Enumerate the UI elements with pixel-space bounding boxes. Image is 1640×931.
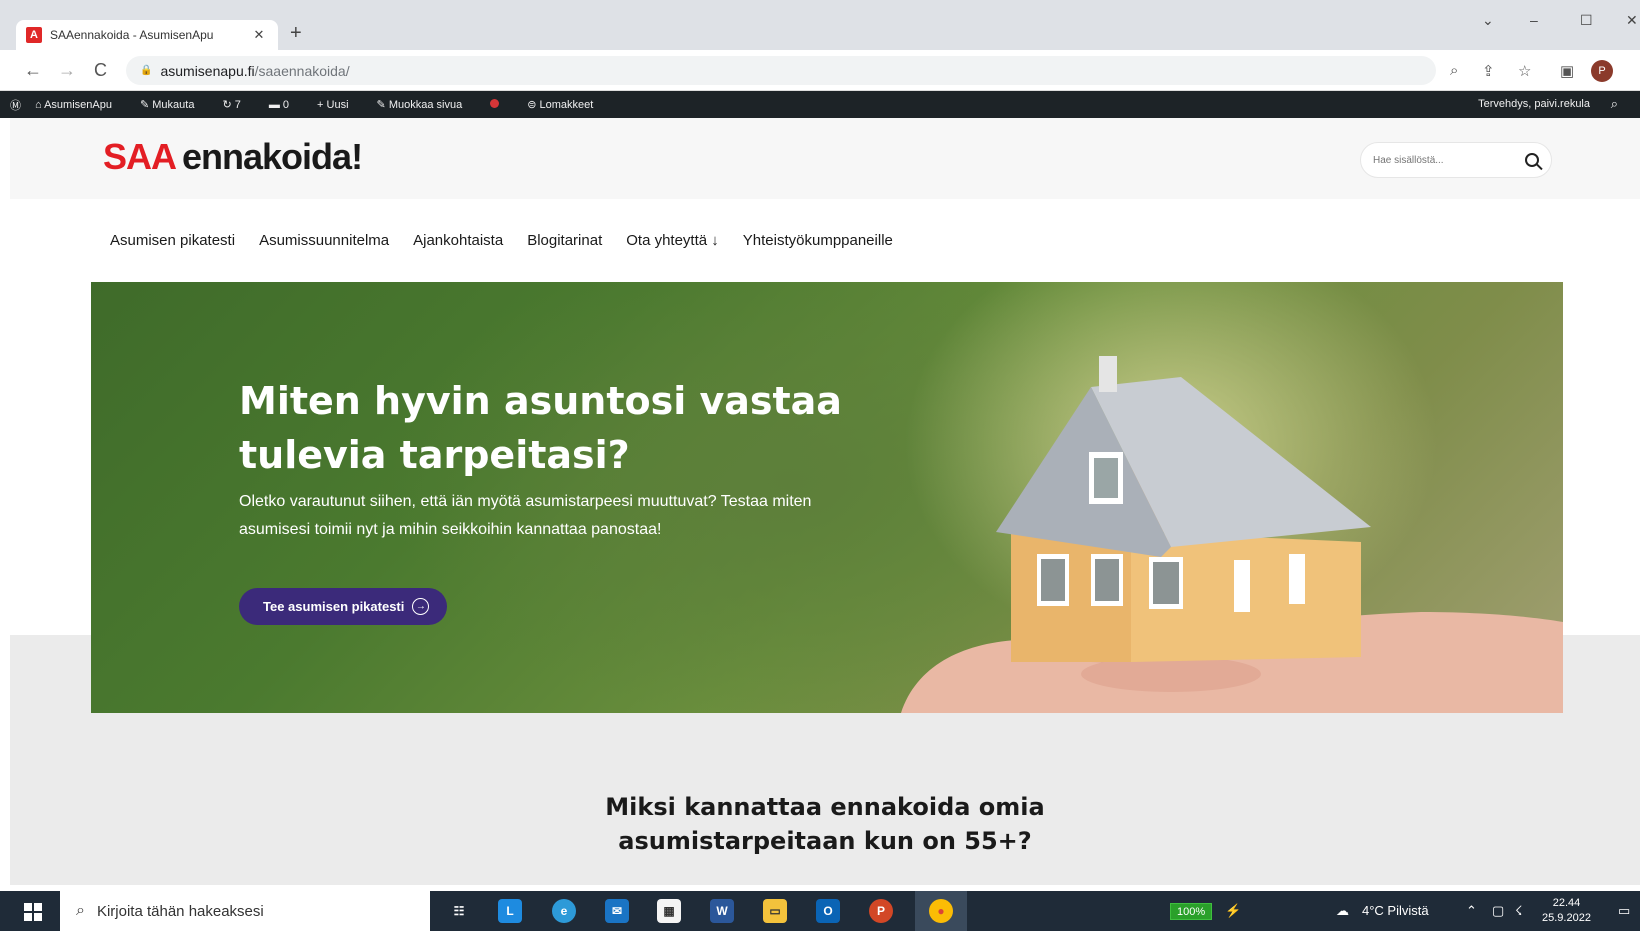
new-tab-button[interactable]: + [290,22,302,45]
take-quick-test-button[interactable]: Tee asumisen pikatesti → [239,588,448,625]
logo-ennakoida: ennakoida! [182,136,363,177]
wp-customize-link[interactable]: ✎ Mukauta [140,98,208,111]
nav-yhteistyokumppaneille[interactable]: Yhteistyökumppaneille [743,232,893,249]
wp-edit-page-link[interactable]: ✎ Muokkaa sivua [377,98,477,111]
zoom-icon[interactable]: ⌕ [1450,62,1458,79]
taskbar-search-placeholder: Kirjoita tähän hakeaksesi [96,902,264,920]
close-window-button[interactable]: ✕ [1626,12,1638,29]
tab-title: SAAennakoida - AsumisenApu [50,28,214,42]
reload-button[interactable]: C [94,60,107,81]
minimize-button[interactable]: – [1530,12,1538,28]
windows-start-icon[interactable] [24,903,42,921]
cloud-icon: ☁ [1336,903,1349,918]
edge-icon[interactable]: e [552,899,576,923]
wp-site-link[interactable]: ⌂ AsumisenApu [35,99,126,111]
wp-updates-link[interactable]: ↻ 7 [222,98,254,111]
search-icon[interactable] [1525,153,1539,167]
power-plug-icon: ⚡ [1225,903,1242,918]
section-heading: Miksi kannattaa ennakoida omia asumistar… [605,793,1045,855]
clock-time: 22.44 [1552,897,1581,909]
network-icon[interactable]: ▢ [1492,903,1504,919]
tray-chevron-icon[interactable]: ⌃ [1466,903,1477,919]
word-icon[interactable]: W [710,899,734,923]
windows-taskbar: ⌕ Kirjoita tähän hakeaksesi ☷ L e ✉ ▦ W … [0,891,1640,931]
powerpoint-icon[interactable]: P [869,899,893,923]
url-host: asumisenapu.fi [160,62,255,79]
nav-asumisen-pikatesti[interactable]: Asumisen pikatesti [110,232,235,249]
tab-search-icon[interactable]: ⌄ [1482,12,1494,29]
taskbar-search[interactable]: ⌕ Kirjoita tähän hakeaksesi [60,891,430,931]
wp-comments-link[interactable]: ▬ 0 [269,99,303,111]
outlook-icon[interactable]: O [816,899,840,923]
store-icon[interactable]: ▦ [657,899,681,923]
maximize-button[interactable]: ☐ [1580,12,1593,29]
clock[interactable]: 22.44 25.9.2022 [1542,896,1591,926]
weather-text[interactable]: 4°C Pilvistä [1362,903,1429,918]
forward-button[interactable]: → [58,60,76,81]
nav-ajankohtaista[interactable]: Ajankohtaista [413,232,503,249]
wp-admin-bar: Ⓜ ⌂ AsumisenApu ✎ Mukauta ↻ 7 ▬ 0 + Uusi… [0,91,1640,118]
clock-date: 25.9.2022 [1542,912,1591,924]
back-button[interactable]: ← [24,60,42,81]
battery-indicator[interactable]: 100% [1170,903,1213,920]
bookmark-star-icon[interactable]: ☆ [1518,62,1531,80]
task-view-icon[interactable]: ☷ [447,899,471,923]
logo-saa: SAA [103,136,177,177]
wp-greeting[interactable]: Tervehdys, paivi.rekula [1478,98,1590,110]
hero-button-label: Tee asumisen pikatesti [263,599,405,614]
wp-new-link[interactable]: + Uusi [317,99,363,111]
address-bar[interactable]: 🔒 asumisenapu.fi/saaennakoida/ [126,56,1436,85]
nav-blogitarinat[interactable]: Blogitarinat [527,232,602,249]
site-search-input[interactable] [1373,154,1525,166]
notification-icon[interactable]: ▭ [1618,903,1630,919]
browser-toolbar: ← → C 🔒 asumisenapu.fi/saaennakoida/ ⌕ ⇪… [0,50,1640,91]
hero-text: Oletko varautunut siihen, että iän myötä… [239,493,812,538]
wp-search-icon[interactable]: ⌕ [1611,96,1618,112]
app-l-icon[interactable]: L [498,899,522,923]
lock-icon: 🔒 [140,65,153,76]
browser-tab[interactable]: A SAAennakoida - AsumisenApu ✕ [16,20,278,50]
main-navigation: Asumisen pikatesti Asumissuunnitelma Aja… [110,232,917,249]
hero-banner: Miten hyvin asuntosi vastaa tulevia tarp… [91,282,1563,713]
tab-close-icon[interactable]: ✕ [250,27,268,43]
browser-tabstrip: A SAAennakoida - AsumisenApu ✕ + ⌄ – ☐ ✕ [0,0,1640,50]
chrome-icon[interactable]: ● [929,899,953,923]
file-explorer-icon[interactable]: ▭ [763,899,787,923]
usb-icon[interactable]: ☇ [1515,903,1522,919]
nav-ota-yhteytta[interactable]: Ota yhteyttä ↓ [626,232,719,249]
site-header: SAA ennakoida! [10,118,1640,199]
search-icon: ⌕ [76,902,85,919]
nav-asumissuunnitelma[interactable]: Asumissuunnitelma [259,232,389,249]
profile-avatar[interactable]: P [1591,60,1613,82]
hero-title: Miten hyvin asuntosi vastaa tulevia tarp… [239,379,842,477]
favicon-icon: A [26,27,42,43]
share-icon[interactable]: ⇪ [1482,62,1495,80]
screen: A SAAennakoida - AsumisenApu ✕ + ⌄ – ☐ ✕… [0,0,1640,931]
side-panel-icon[interactable]: ▣ [1560,62,1574,80]
url-path: /saaennakoida/ [254,62,350,79]
wp-status-dot-icon[interactable] [490,98,513,111]
mail-icon[interactable]: ✉ [605,899,629,923]
site-logo[interactable]: SAA ennakoida! [103,136,363,178]
arrow-circle-icon: → [412,598,430,615]
wordpress-logo-icon[interactable]: Ⓜ [10,97,21,113]
site-search [1360,142,1552,178]
wp-forms-link[interactable]: ⊜ Lomakkeet [527,98,607,111]
